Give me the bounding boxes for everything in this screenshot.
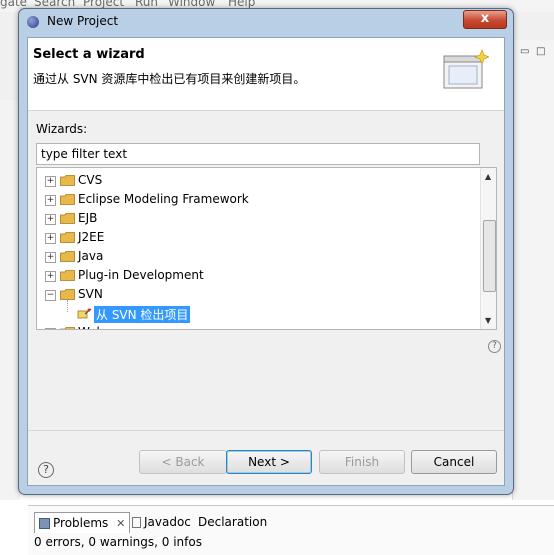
open-folder-icon	[60, 289, 75, 300]
tree-category-item[interactable]: + Plug-in Development	[37, 266, 477, 285]
scroll-down-icon[interactable]: ▼	[485, 316, 491, 325]
problems-icon	[39, 518, 50, 529]
eclipse-app-icon	[27, 16, 39, 28]
collapse-icon[interactable]: −	[45, 290, 56, 301]
folder-icon	[60, 327, 75, 329]
tab-declaration[interactable]: Declaration	[194, 512, 271, 532]
scroll-up-icon[interactable]: ▲	[485, 172, 491, 181]
tree-category-label: Plug-in Development	[78, 268, 204, 282]
back-button[interactable]: < Back	[139, 450, 227, 474]
tab-javadoc-label: Javadoc	[144, 515, 191, 529]
tree-category-label: SVN	[78, 287, 103, 301]
tab-problems[interactable]: Problems ✕	[34, 512, 131, 533]
expand-icon[interactable]: +	[45, 195, 56, 206]
wizard-banner: Select a wizard 通过从 SVN 资源库中检出已有项目来创建新项目…	[28, 38, 504, 111]
tree-category-item[interactable]: + CVS	[37, 171, 477, 190]
tree-category-label: EJB	[78, 211, 98, 225]
tree-category-item[interactable]: + Web	[37, 323, 477, 329]
filter-input[interactable]	[36, 143, 480, 165]
tree-category-item[interactable]: + Eclipse Modeling Framework	[37, 190, 477, 209]
maximize-icon[interactable]: □	[536, 46, 545, 57]
svn-checkout-icon	[77, 308, 92, 319]
tab-declaration-label: Declaration	[198, 515, 268, 529]
tree-category-item[interactable]: + J2EE	[37, 228, 477, 247]
tree-child-item[interactable]: 从 SVN 检出项目	[37, 300, 477, 323]
eclipse-left-strip	[0, 100, 20, 500]
banner-description: 通过从 SVN 资源库中检出已有项目来创建新项目。	[33, 72, 306, 86]
wizard-tree[interactable]: + Web 从 SVN 检出项目 − SVN + Plug-in Development + J…	[36, 167, 497, 330]
expand-icon[interactable]: +	[45, 252, 56, 263]
folder-icon	[60, 213, 75, 224]
close-button[interactable]: x	[463, 10, 507, 29]
problems-panel: Problems ✕ Javadoc Declaration 0 errors,…	[28, 505, 554, 555]
tree-category-item[interactable]: + EJB	[37, 209, 477, 228]
finish-button[interactable]: Finish	[319, 450, 405, 474]
minimize-icon[interactable]: ▭	[520, 46, 529, 57]
expand-icon[interactable]: +	[45, 271, 56, 282]
folder-icon	[60, 194, 75, 205]
tree-category-label: Eclipse Modeling Framework	[78, 192, 249, 206]
eclipse-right-strip: ▭ □	[512, 40, 554, 500]
banner-title: Select a wizard	[33, 47, 145, 62]
tree-scrollbar[interactable]: ▲ ▼	[480, 168, 496, 329]
context-help-icon[interactable]: ?	[488, 340, 501, 353]
new-project-dialog: New Project x Select a wizard 通过从 SVN 资源…	[18, 8, 514, 495]
expand-icon[interactable]: +	[45, 328, 56, 329]
expand-icon[interactable]: +	[45, 176, 56, 187]
help-icon[interactable]: ?	[38, 462, 54, 478]
javadoc-icon	[132, 517, 141, 528]
tree-category-label: CVS	[78, 173, 103, 187]
folder-icon	[60, 232, 75, 243]
folder-icon	[60, 270, 75, 281]
footer-divider	[28, 430, 504, 431]
scroll-thumb[interactable]	[483, 220, 496, 292]
folder-icon	[60, 175, 75, 186]
dialog-body: Select a wizard 通过从 SVN 资源库中检出已有项目来创建新项目…	[27, 37, 505, 486]
wizard-banner-icon	[443, 49, 489, 89]
tree-category-label: Java	[78, 249, 104, 263]
dialog-title: New Project	[47, 14, 119, 28]
problems-status: 0 errors, 0 warnings, 0 infos	[34, 535, 202, 549]
tree-child-label: 从 SVN 检出项目	[94, 306, 191, 323]
tree-category-label: Web	[78, 325, 104, 329]
expand-icon[interactable]: +	[45, 214, 56, 225]
tab-javadoc[interactable]: Javadoc	[128, 512, 195, 532]
next-button[interactable]: Next >	[226, 450, 312, 474]
tree-category-label: J2EE	[78, 230, 105, 244]
tree-category-item[interactable]: + Java	[37, 247, 477, 266]
wizards-label: Wizards:	[36, 122, 88, 136]
tab-problems-label: Problems	[53, 516, 109, 530]
cancel-button[interactable]: Cancel	[411, 450, 497, 474]
folder-icon	[60, 251, 75, 262]
expand-icon[interactable]: +	[45, 233, 56, 244]
close-tab-icon[interactable]: ✕	[116, 517, 125, 530]
tree-category-item[interactable]: − SVN	[37, 285, 477, 304]
